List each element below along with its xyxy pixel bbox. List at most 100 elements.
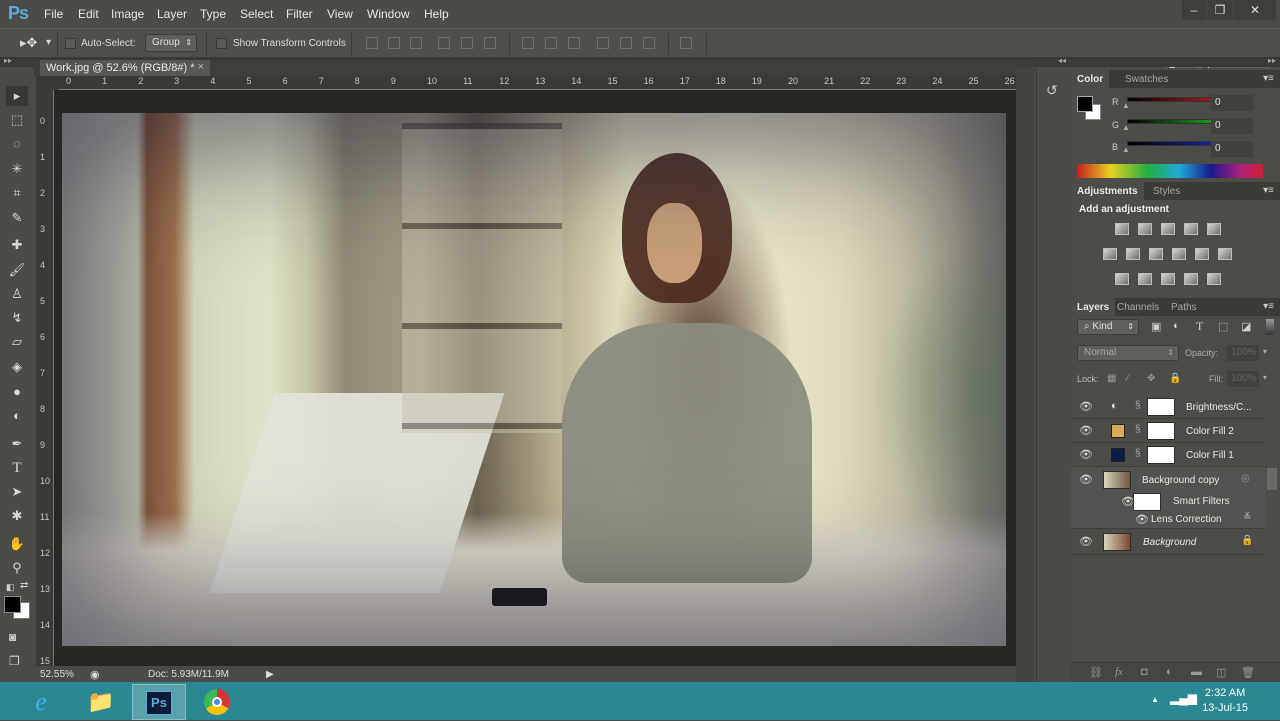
- folder-icon[interactable]: ▬: [1191, 666, 1202, 678]
- path-selection-tool[interactable]: ➤: [6, 482, 28, 502]
- horizontal-ruler[interactable]: 0 1 2 3 4 5 6 7 8 9 10 11 12 13 14 15 16 17 18 19 20 21 22 23 24…: [58, 76, 1016, 90]
- visibility-eye-icon[interactable]: 👁: [1079, 473, 1093, 486]
- menu-select[interactable]: Select: [240, 7, 273, 21]
- crop-tool[interactable]: ⌗: [6, 183, 28, 203]
- fill-dropdown-icon[interactable]: ▾: [1263, 373, 1267, 382]
- layer-name[interactable]: Background copy: [1142, 475, 1219, 486]
- color-lookup-icon[interactable]: [1218, 248, 1232, 260]
- lasso-tool[interactable]: ◌: [6, 134, 28, 154]
- selective-color-icon[interactable]: [1184, 273, 1198, 285]
- restore-button[interactable]: ❐: [1207, 0, 1233, 20]
- align-left-icon[interactable]: [438, 37, 450, 49]
- tray-expand-icon[interactable]: ▲: [1151, 695, 1159, 704]
- mask-icon[interactable]: ◘: [1141, 666, 1148, 678]
- history-brush-tool[interactable]: ↯: [6, 308, 28, 328]
- filter-type-icon[interactable]: T: [1196, 319, 1203, 334]
- tab-styles[interactable]: Styles: [1147, 182, 1186, 200]
- fill-input[interactable]: 100%: [1227, 371, 1259, 387]
- paint-bucket-tool[interactable]: ◈: [6, 357, 28, 377]
- align-vcenter-icon[interactable]: [388, 37, 400, 49]
- menu-type[interactable]: Type: [200, 7, 226, 21]
- layer-name[interactable]: Color Fill 2: [1186, 426, 1234, 437]
- swap-colors-icon[interactable]: ⇄: [20, 580, 28, 591]
- type-tool[interactable]: T: [6, 458, 28, 478]
- chevron-down-icon[interactable]: ▾: [46, 37, 51, 48]
- smart-object-thumbnail[interactable]: [1103, 471, 1131, 489]
- threshold-icon[interactable]: [1161, 273, 1175, 285]
- status-info-icon[interactable]: ◉: [90, 668, 100, 681]
- show-transform-checkbox[interactable]: [216, 38, 227, 49]
- channel-b-value[interactable]: 0: [1211, 141, 1253, 157]
- brush-tool[interactable]: 🖌: [6, 260, 28, 280]
- taskbar-chrome[interactable]: [190, 684, 244, 720]
- layer-color-fill-1[interactable]: 👁 § Color Fill 1: [1071, 443, 1266, 467]
- screen-mode-icon[interactable]: ❐: [9, 654, 20, 668]
- visibility-eye-icon[interactable]: 👁: [1079, 448, 1093, 461]
- vibrance-icon[interactable]: [1103, 248, 1117, 260]
- smart-filters-mask-thumbnail[interactable]: [1133, 493, 1161, 511]
- status-menu-arrow[interactable]: ▶: [266, 669, 274, 680]
- auto-select-target-select[interactable]: Group ⇕: [145, 34, 197, 52]
- filter-shape-icon[interactable]: ⬚: [1218, 320, 1228, 333]
- tab-adjustments[interactable]: Adjustments: [1071, 182, 1144, 200]
- menu-layer[interactable]: Layer: [157, 7, 187, 21]
- panel-menu-icon[interactable]: ▾≡: [1263, 301, 1274, 312]
- taskbar-internet-explorer[interactable]: e: [14, 684, 68, 720]
- link-icon[interactable]: §: [1135, 448, 1141, 459]
- menu-file[interactable]: File: [44, 7, 63, 21]
- minimize-button[interactable]: –: [1182, 0, 1206, 20]
- tab-swatches[interactable]: Swatches: [1119, 70, 1174, 88]
- network-signal-icon[interactable]: ▂▄▆: [1170, 691, 1197, 705]
- levels-icon[interactable]: [1138, 223, 1152, 235]
- fx-icon[interactable]: fx: [1115, 666, 1123, 678]
- layers-scrollbar-thumb[interactable]: [1267, 468, 1277, 490]
- photo-filter-icon[interactable]: [1172, 248, 1186, 260]
- auto-align-icon[interactable]: [680, 37, 692, 49]
- align-hcenter-icon[interactable]: [461, 37, 473, 49]
- color-spectrum-ramp[interactable]: [1077, 164, 1263, 178]
- align-top-icon[interactable]: [366, 37, 378, 49]
- black-white-icon[interactable]: [1149, 248, 1163, 260]
- channel-r-value[interactable]: 0: [1211, 95, 1253, 111]
- visibility-eye-icon[interactable]: 👁: [1079, 535, 1093, 548]
- brightness-contrast-icon[interactable]: [1115, 223, 1129, 235]
- menu-edit[interactable]: Edit: [78, 7, 99, 21]
- foreground-color-swatch[interactable]: [4, 596, 21, 613]
- filter-pixel-icon[interactable]: ▣: [1151, 320, 1161, 333]
- layer-mask-thumbnail[interactable]: [1147, 422, 1175, 440]
- layer-name[interactable]: Background: [1143, 537, 1196, 548]
- channel-g-value[interactable]: 0: [1211, 118, 1253, 134]
- posterize-icon[interactable]: [1138, 273, 1152, 285]
- distribute-right-icon[interactable]: [643, 37, 655, 49]
- marquee-tool[interactable]: ⬚: [6, 110, 28, 130]
- tab-channels[interactable]: Channels: [1111, 298, 1165, 316]
- distribute-hcenter-icon[interactable]: [620, 37, 632, 49]
- eraser-tool[interactable]: ▱: [6, 332, 28, 352]
- filter-toggle-switch[interactable]: [1266, 319, 1274, 335]
- filter-name[interactable]: Lens Correction: [1151, 514, 1222, 525]
- layer-background[interactable]: 👁 Background 🔒: [1071, 529, 1266, 555]
- layer-background-copy[interactable]: 👁 Background copy ◎ 👁 Smart Filters 👁 Le…: [1071, 467, 1266, 529]
- zoom-tool[interactable]: ⚲: [6, 558, 28, 578]
- expand-panels-icon[interactable]: ▸▸: [1268, 56, 1276, 65]
- trash-icon[interactable]: 🗑: [1241, 666, 1255, 679]
- ruler-origin[interactable]: [36, 76, 58, 90]
- distribute-vcenter-icon[interactable]: [545, 37, 557, 49]
- eyedropper-tool[interactable]: ✎: [6, 208, 28, 228]
- filter-adjustment-icon[interactable]: ◐: [1173, 320, 1180, 332]
- lock-pixels-icon[interactable]: ⁄: [1127, 373, 1129, 384]
- blur-tool[interactable]: ●: [6, 382, 28, 402]
- curves-icon[interactable]: [1161, 223, 1175, 235]
- tab-paths[interactable]: Paths: [1165, 298, 1203, 316]
- menu-help[interactable]: Help: [424, 7, 449, 21]
- adjustment-icon[interactable]: ◐: [1166, 666, 1173, 678]
- vertical-ruler[interactable]: 0 1 2 3 4 5 6 7 8 9 10 11 12 13 14 15: [36, 90, 54, 666]
- layer-color-fill-2[interactable]: 👁 § Color Fill 2: [1071, 419, 1266, 443]
- distribute-bottom-icon[interactable]: [568, 37, 580, 49]
- default-colors-icon[interactable]: ◧: [6, 582, 15, 593]
- exposure-icon[interactable]: [1184, 223, 1198, 235]
- panel-menu-icon[interactable]: ▾≡: [1263, 185, 1274, 196]
- link-icon[interactable]: §: [1135, 424, 1141, 435]
- taskbar-photoshop[interactable]: Ps: [132, 684, 186, 720]
- lock-position-icon[interactable]: ✥: [1147, 373, 1155, 384]
